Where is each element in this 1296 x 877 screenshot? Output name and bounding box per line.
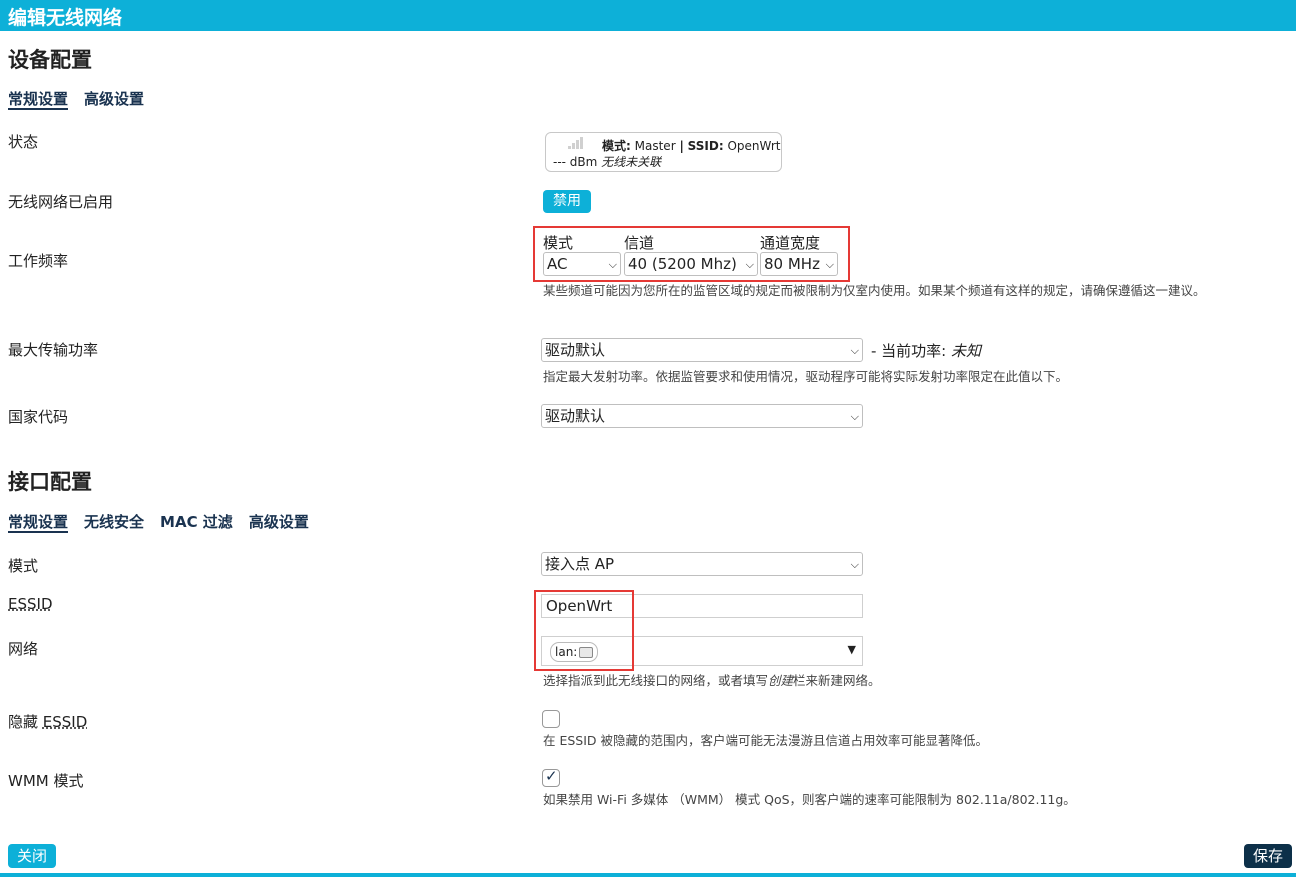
iface-mode-value: 接入点 AP <box>545 555 615 573</box>
bottom-border <box>0 873 1296 877</box>
network-hint: 选择指派到此无线接口的网络，或者填写创建栏来新建网络。 <box>543 672 881 690</box>
wmm-label: WMM 模式 <box>8 772 84 790</box>
txpower-value: 驱动默认 <box>545 341 606 359</box>
close-button[interactable]: 关闭 <box>8 844 56 868</box>
highlight-frequency <box>533 226 850 282</box>
status-separator: | <box>679 139 684 153</box>
dialog-title: 编辑无线网络 <box>8 7 123 29</box>
iface-config-heading: 接口配置 <box>8 470 92 494</box>
tab-iface-general[interactable]: 常规设置 <box>8 511 69 533</box>
country-select[interactable]: 驱动默认 ⌵ <box>541 404 863 428</box>
status-box: 模式: Master | SSID: OpenWrt --- dBm 无线未关联 <box>545 132 782 172</box>
status-mode-value: Master <box>634 139 676 153</box>
wmm-hint: 如果禁用 Wi-Fi 多媒体 （WMM） 模式 QoS，则客户端的速率可能限制为… <box>543 792 1076 807</box>
txpower-hint: 指定最大发射功率。依据监管要求和使用情况，驱动程序可能将实际发射功率限定在此值以… <box>543 369 1069 384</box>
hidden-essid-checkbox[interactable] <box>542 710 560 728</box>
country-value: 驱动默认 <box>545 407 606 425</box>
status-ssid-label: SSID: <box>687 139 724 153</box>
disable-button[interactable]: 禁用 <box>543 190 591 213</box>
status-label: 状态 <box>8 133 39 151</box>
network-hint-pre: 选择指派到此无线接口的网络，或者填写 <box>543 673 769 688</box>
frequency-hint: 某些频道可能因为您所在的监管区域的规定而被限制为仅室内使用。如果某个频道有这样的… <box>543 283 1206 298</box>
dialog-titlebar: 编辑无线网络 <box>0 0 1296 31</box>
status-line-signal: --- dBm 无线未关联 <box>553 153 661 170</box>
status-mode-label: 模式: <box>602 139 631 153</box>
tab-device-advanced[interactable]: 高级设置 <box>84 88 144 110</box>
status-line-mode: 模式: Master | SSID: OpenWrt <box>602 137 781 154</box>
frequency-label: 工作频率 <box>8 252 69 270</box>
status-assoc: 无线未关联 <box>601 155 662 169</box>
tab-iface-mac-filter[interactable]: MAC 过滤 <box>160 511 233 533</box>
dropdown-arrow-icon: ▼ <box>847 643 856 656</box>
save-button[interactable]: 保存 <box>1244 844 1292 868</box>
hidden-essid-label-pre: 隐藏 <box>8 713 43 731</box>
iface-mode-label: 模式 <box>8 557 39 575</box>
status-dbm: --- dBm <box>553 155 598 169</box>
hidden-essid-label: 隐藏 ESSID <box>8 711 87 732</box>
tab-device-general[interactable]: 常规设置 <box>8 88 69 110</box>
essid-label: ESSID <box>8 595 53 613</box>
chevron-down-icon: ⌵ <box>850 344 859 357</box>
device-config-heading: 设备配置 <box>8 48 92 72</box>
checkmark-icon: ✓ <box>545 767 558 785</box>
wmm-checkbox[interactable]: ✓ <box>542 767 560 787</box>
signal-icon <box>568 137 584 149</box>
txpower-label: 最大传输功率 <box>8 341 99 359</box>
tab-iface-advanced[interactable]: 高级设置 <box>249 511 309 533</box>
iface-config-tabs: 常规设置 无线安全 MAC 过滤 高级设置 <box>8 511 309 533</box>
iface-mode-select[interactable]: 接入点 AP ⌵ <box>541 552 863 576</box>
chevron-down-icon: ⌵ <box>850 410 859 423</box>
hidden-essid-label-abbr: ESSID <box>42 713 88 731</box>
txpower-current: - 当前功率: 未知 <box>871 340 981 361</box>
txpower-select[interactable]: 驱动默认 ⌵ <box>541 338 863 362</box>
tab-iface-security[interactable]: 无线安全 <box>84 511 144 533</box>
network-hint-post: 栏来新建网络。 <box>793 673 881 688</box>
network-hint-em: 创建 <box>768 673 794 688</box>
txpower-current-value: 未知 <box>951 342 982 360</box>
hidden-essid-hint: 在 ESSID 被隐藏的范围内，客户端可能无法漫游且信道占用效率可能显著降低。 <box>543 733 989 748</box>
chevron-down-icon: ⌵ <box>850 558 859 571</box>
network-label: 网络 <box>8 640 39 658</box>
status-ssid-value: OpenWrt <box>727 139 781 153</box>
country-label: 国家代码 <box>8 408 69 426</box>
txpower-current-prefix: - 当前功率: <box>871 342 947 360</box>
highlight-essid-network <box>534 590 634 671</box>
device-config-tabs: 常规设置 高级设置 <box>8 88 144 110</box>
enabled-label: 无线网络已启用 <box>8 193 114 211</box>
